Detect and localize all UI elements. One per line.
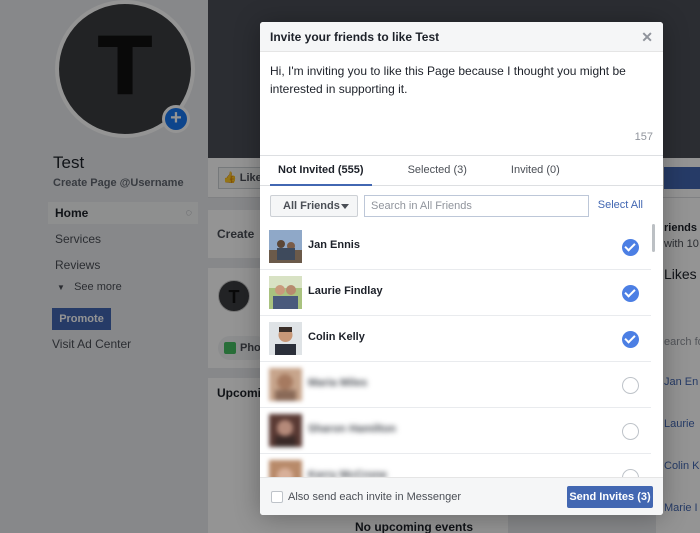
friend-name: Laurie Findlay [308,285,383,297]
friend-selected-checkbox[interactable] [622,331,639,348]
friend-selected-checkbox[interactable] [622,239,639,256]
friend-name: Jan Ennis [308,239,360,251]
invite-message-textarea[interactable]: Hi, I'm inviting you to like this Page b… [260,52,663,156]
tab-selected[interactable]: Selected (3) [400,156,475,186]
friend-list[interactable]: Jan Ennis Laurie Findlay Colin Kelly Mar… [260,224,663,478]
friend-avatar [269,414,302,447]
friend-avatar [269,322,302,355]
select-all-link[interactable]: Select All [598,199,643,211]
caret-down-icon [341,204,349,209]
friend-row[interactable]: Colin Kelly [260,316,651,362]
invite-friends-dialog: Invite your friends to like Test ✕ Hi, I… [260,22,663,515]
search-friends-input[interactable] [364,195,589,217]
friend-avatar [269,230,302,263]
friend-unselected-checkbox[interactable] [622,377,639,394]
friend-unselected-checkbox[interactable] [622,423,639,440]
invite-tabs: Not Invited (555) Selected (3) Invited (… [260,156,663,186]
friend-selected-checkbox[interactable] [622,285,639,302]
tab-not-invited[interactable]: Not Invited (555) [270,156,372,186]
tab-invited[interactable]: Invited (0) [503,156,568,186]
friends-filter-label: All Friends [283,200,340,212]
friend-row[interactable]: Sharon Hamilton [260,408,651,454]
filter-row: All Friends Select All [260,186,663,224]
character-count: 157 [634,131,653,143]
friend-avatar [269,276,302,309]
friend-row[interactable]: Maria Miles [260,362,651,408]
friend-row[interactable]: Kerry McCrone [260,454,651,478]
close-icon[interactable]: ✕ [641,22,653,52]
friend-list-scrollbar[interactable] [652,224,655,252]
friend-name: Maria Miles [308,377,368,389]
messenger-checkbox-label[interactable]: Also send each invite in Messenger [288,491,461,503]
friend-avatar [269,460,302,478]
friend-avatar [269,368,302,401]
messenger-checkbox[interactable] [271,491,283,503]
friend-row[interactable]: Laurie Findlay [260,270,651,316]
friend-row[interactable]: Jan Ennis [260,224,651,270]
dialog-title: Invite your friends to like Test [270,30,440,44]
dialog-header: Invite your friends to like Test ✕ [260,22,663,52]
friends-filter-dropdown[interactable]: All Friends [270,195,358,217]
dialog-footer: Also send each invite in Messenger Send … [260,477,663,515]
invite-message-text: Hi, I'm inviting you to like this Page b… [270,64,626,96]
send-invites-button[interactable]: Send Invites (3) [567,486,653,508]
friend-name: Colin Kelly [308,331,365,343]
friend-name: Sharon Hamilton [308,423,397,435]
